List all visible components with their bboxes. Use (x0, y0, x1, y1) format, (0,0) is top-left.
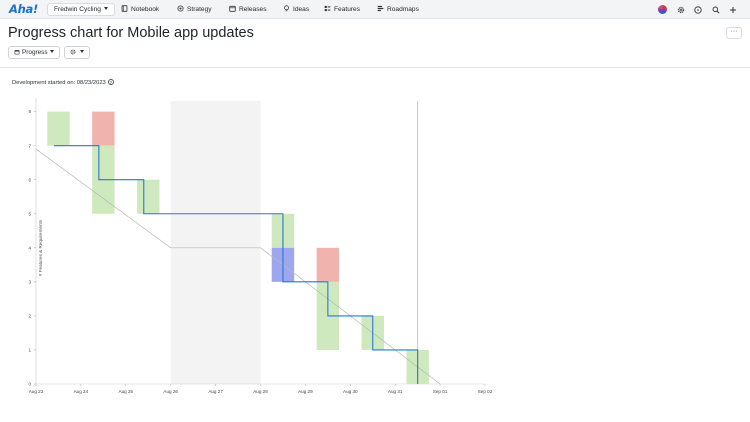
settings-button[interactable] (675, 4, 686, 15)
view-selector-label: Progress (22, 49, 48, 56)
workspace-label: Fredwin Cycling (54, 6, 101, 13)
settings-icon (677, 6, 684, 13)
nav-notebook[interactable]: Notebook (121, 3, 159, 16)
top-nav: Aha! Fredwin Cycling Notebook Strategy R… (0, 0, 750, 19)
x-tick-label: Aug 28 (253, 389, 268, 394)
search-button[interactable] (710, 4, 721, 15)
chevron-down-icon (49, 50, 54, 53)
more-options-button[interactable]: ··· (726, 27, 742, 39)
bar-added (316, 247, 340, 282)
x-tick-label: Aug 23 (29, 389, 44, 394)
nav-roadmaps-label: Roadmaps (387, 6, 419, 13)
aha-logo[interactable]: Aha! (9, 2, 38, 16)
y-tick-label: 0 (28, 382, 31, 387)
nav-ideas-label: Ideas (293, 6, 310, 13)
calendar-icon (14, 50, 20, 55)
lightbulb-icon (284, 5, 289, 12)
x-tick-label: Sep 01 (433, 389, 448, 394)
notebook-icon (121, 5, 128, 12)
view-selector-button[interactable]: Progress (8, 46, 60, 59)
strategy-icon (177, 5, 184, 12)
y-tick-label: 3 (28, 279, 31, 284)
chevron-down-icon (103, 7, 108, 10)
nav-features-label: Features (334, 6, 361, 13)
workspace-switcher[interactable]: Fredwin Cycling (47, 3, 115, 16)
help-button[interactable] (692, 4, 703, 15)
y-tick-label: 8 (28, 109, 31, 114)
bar-completed (47, 111, 70, 146)
bar-added (92, 111, 115, 146)
nav-strategy-label: Strategy (187, 6, 212, 13)
development-start-label: Development started on: 08/23/2023 (12, 80, 106, 86)
calendar-icon (229, 5, 236, 12)
x-tick-label: Aug 26 (163, 389, 178, 394)
header-divider (0, 67, 750, 68)
progress-chart: 0 1 2 3 4 5 6 7 8 Aug 23 Aug 24 Aug 25 Aug 26 Aug 27 A… (28, 98, 493, 394)
nav-releases[interactable]: Releases (229, 3, 267, 16)
help-icon (693, 5, 702, 14)
nav-features[interactable]: Features (324, 3, 360, 16)
y-tick-label: 7 (28, 143, 31, 148)
x-tick-label: Aug 31 (388, 389, 403, 394)
y-tick-label: 2 (28, 314, 31, 319)
y-axis-label: # Features & Requirements (38, 219, 43, 276)
avatar[interactable] (658, 5, 667, 14)
page-title: Progress chart for Mobile app updates (8, 25, 254, 41)
x-tick-label: Aug 25 (119, 389, 134, 394)
chevron-down-icon (80, 50, 84, 53)
weekend-shade (170, 101, 261, 384)
search-icon (712, 6, 720, 14)
y-tick-label: 4 (28, 245, 31, 250)
x-tick-label: Aug 24 (74, 389, 89, 394)
y-tick-label: 1 (28, 348, 31, 353)
x-tick-label: Aug 29 (298, 389, 313, 394)
y-tick-label: 6 (28, 177, 31, 182)
x-tick-label: Aug 30 (343, 389, 358, 394)
add-button[interactable] (727, 4, 738, 15)
nav-releases-label: Releases (239, 6, 267, 13)
nav-ideas[interactable]: Ideas (283, 3, 309, 16)
nav-strategy[interactable]: Strategy (177, 3, 212, 16)
development-start-info: Development started on: 08/23/2023? (12, 79, 114, 86)
features-icon (324, 5, 331, 12)
nav-roadmaps[interactable]: Roadmaps (377, 3, 419, 16)
help-icon[interactable]: ? (107, 79, 114, 85)
bar-completed (137, 179, 160, 214)
y-tick-label: 5 (28, 211, 31, 216)
gear-icon (70, 49, 76, 55)
roadmap-icon (377, 5, 384, 12)
x-tick-label: Sep 02 (478, 389, 493, 394)
add-icon (729, 6, 736, 13)
x-tick-label: Aug 27 (208, 389, 223, 394)
nav-notebook-label: Notebook (131, 6, 160, 13)
settings-dropdown-button[interactable] (64, 46, 90, 59)
